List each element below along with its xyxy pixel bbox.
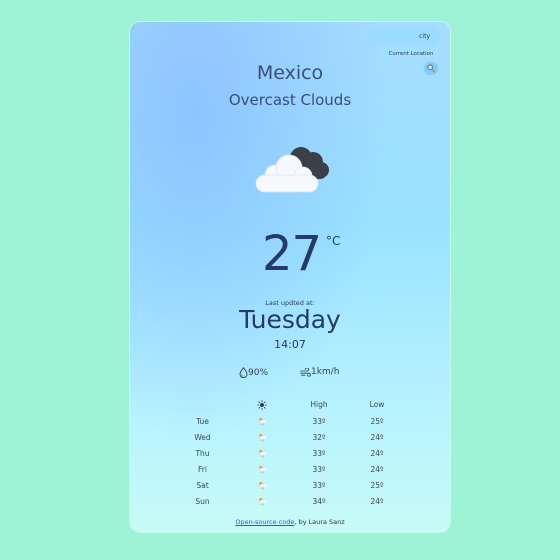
forecast-day: Sat <box>196 481 209 490</box>
sun-rain-icon <box>252 449 272 460</box>
forecast-day: Wed <box>194 433 211 442</box>
forecast-table: High Low Tue 33º 25º Wed 32º 24º Thu 33º… <box>130 398 450 511</box>
sun-icon <box>252 400 272 412</box>
forecast-row: Tue 33º 25º <box>130 415 450 431</box>
forecast-low: 24º <box>370 465 384 474</box>
forecast-high: 34º <box>312 497 326 506</box>
sun-rain-icon <box>252 497 272 508</box>
current-temperature: 27 <box>262 226 322 282</box>
forecast-high: 33º <box>312 449 326 458</box>
weather-description: Overcast Clouds <box>228 91 352 109</box>
forecast-day: Tue <box>196 417 209 426</box>
wind-value: 1km/h <box>311 367 340 377</box>
low-column-header: Low <box>369 400 385 409</box>
humidity: 90% <box>239 367 268 378</box>
forecast-row: Fri 33º 24º <box>130 463 450 479</box>
temperature-unit: °C <box>326 234 341 248</box>
forecast-day: Fri <box>198 465 207 474</box>
forecast-low: 24º <box>370 449 384 458</box>
forecast-row: Thu 33º 24º <box>130 447 450 463</box>
current-day: Tuesday <box>239 305 341 334</box>
wind-icon <box>300 367 311 377</box>
high-column-header: High <box>310 400 328 409</box>
forecast-low: 24º <box>370 433 384 442</box>
weather-card: Current Location Mexico Overcast Clouds <box>130 22 450 532</box>
sun-rain-icon <box>252 481 272 492</box>
forecast-high: 33º <box>312 417 326 426</box>
forecast-high: 32º <box>312 433 326 442</box>
current-location-button[interactable]: Current Location <box>382 48 440 59</box>
forecast-row: Sat 33º 25º <box>130 479 450 495</box>
sun-rain-icon <box>252 417 272 428</box>
forecast-row: Wed 32º 24º <box>130 431 450 447</box>
forecast-high: 33º <box>312 465 326 474</box>
forecast-low: 25º <box>370 481 384 490</box>
forecast-high: 33º <box>312 481 326 490</box>
wind: 1km/h <box>300 367 339 377</box>
sun-rain-icon <box>252 433 272 444</box>
humidity-value: 90% <box>248 367 269 378</box>
sun-rain-icon <box>252 465 272 476</box>
forecast-low: 24º <box>370 497 384 506</box>
footer: Open-source code, by Laura Sanz <box>130 518 450 526</box>
forecast-row: Sun 34º 24º <box>130 495 450 511</box>
forecast-low: 25º <box>370 417 384 426</box>
droplet-icon <box>239 367 248 378</box>
forecast-day: Thu <box>195 449 210 458</box>
current-time: 14:07 <box>274 338 306 351</box>
forecast-header: High Low <box>130 398 450 415</box>
footer-author: , by Laura Sanz <box>294 518 345 526</box>
city-name: Mexico <box>256 62 324 84</box>
open-source-code-link[interactable]: Open-source code <box>235 518 294 526</box>
city-search-input[interactable] <box>368 28 440 44</box>
overcast-clouds-icon <box>253 143 331 199</box>
forecast-day: Sun <box>195 497 210 506</box>
